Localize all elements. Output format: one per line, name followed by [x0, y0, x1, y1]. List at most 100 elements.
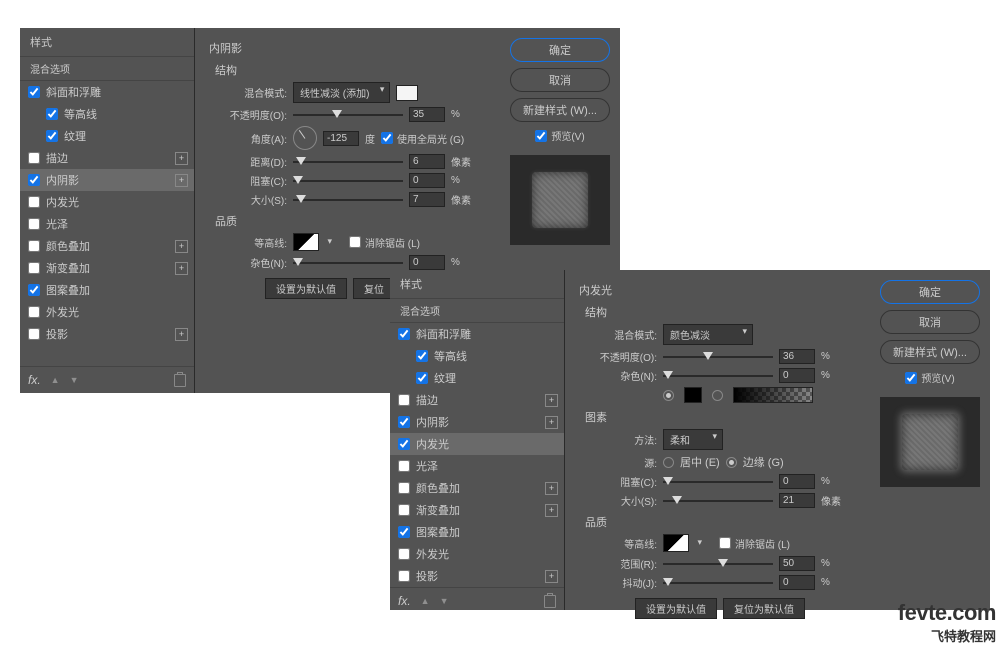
style-item[interactable]: 投影+ — [390, 565, 564, 587]
add-effect-icon[interactable]: + — [175, 262, 188, 275]
style-checkbox[interactable] — [28, 306, 40, 318]
style-item[interactable]: 颜色叠加+ — [20, 235, 194, 257]
distance-slider[interactable] — [293, 156, 403, 168]
new-style-button[interactable]: 新建样式 (W)... — [880, 340, 980, 364]
size-input[interactable] — [409, 192, 445, 207]
opacity-slider[interactable] — [663, 351, 773, 363]
style-checkbox[interactable] — [28, 328, 40, 340]
style-checkbox[interactable] — [398, 504, 410, 516]
angle-dial[interactable] — [293, 126, 317, 150]
style-checkbox[interactable] — [46, 108, 58, 120]
solid-color-radio[interactable] — [663, 390, 674, 401]
reset-default-button[interactable]: 复位为默认值 — [723, 598, 805, 619]
style-checkbox[interactable] — [28, 284, 40, 296]
cancel-button[interactable]: 取消 — [510, 68, 610, 92]
up-arrow-icon[interactable]: ▲ — [51, 375, 60, 385]
distance-input[interactable] — [409, 154, 445, 169]
style-item[interactable]: 等高线 — [20, 103, 194, 125]
style-checkbox[interactable] — [398, 548, 410, 560]
noise-slider[interactable] — [663, 370, 773, 382]
preview-checkbox[interactable]: 预览(V) — [905, 370, 954, 385]
add-effect-icon[interactable]: + — [545, 570, 558, 583]
style-item[interactable]: 光泽 — [20, 213, 194, 235]
style-checkbox[interactable] — [28, 86, 40, 98]
style-checkbox[interactable] — [28, 152, 40, 164]
style-item[interactable]: 渐变叠加+ — [20, 257, 194, 279]
blend-options-header[interactable]: 混合选项 — [20, 57, 194, 81]
style-item[interactable]: 图案叠加 — [390, 521, 564, 543]
cancel-button[interactable]: 取消 — [880, 310, 980, 334]
style-checkbox[interactable] — [28, 240, 40, 252]
blend-mode-select[interactable]: 颜色减淡 — [663, 324, 753, 345]
style-item[interactable]: 纹理 — [390, 367, 564, 389]
style-checkbox[interactable] — [398, 460, 410, 472]
ok-button[interactable]: 确定 — [880, 280, 980, 304]
style-checkbox[interactable] — [398, 394, 410, 406]
down-arrow-icon[interactable]: ▼ — [70, 375, 79, 385]
antialias-checkbox[interactable]: 消除锯齿 (L) — [349, 235, 420, 250]
style-item[interactable]: 描边+ — [20, 147, 194, 169]
make-default-button[interactable]: 设置为默认值 — [635, 598, 717, 619]
style-checkbox[interactable] — [398, 526, 410, 538]
noise-slider[interactable] — [293, 257, 403, 269]
size-slider[interactable] — [293, 194, 403, 206]
noise-input[interactable] — [779, 368, 815, 383]
new-style-button[interactable]: 新建样式 (W)... — [510, 98, 610, 122]
style-checkbox[interactable] — [28, 262, 40, 274]
contour-picker[interactable] — [663, 534, 689, 552]
style-checkbox[interactable] — [398, 482, 410, 494]
fx-label[interactable]: fx. — [28, 373, 41, 387]
style-item[interactable]: 纹理 — [20, 125, 194, 147]
style-item[interactable]: 渐变叠加+ — [390, 499, 564, 521]
contour-picker[interactable] — [293, 233, 319, 251]
shadow-color-swatch[interactable] — [396, 85, 418, 101]
choke-slider[interactable] — [293, 175, 403, 187]
style-checkbox[interactable] — [28, 196, 40, 208]
make-default-button[interactable]: 设置为默认值 — [265, 278, 347, 299]
noise-input[interactable] — [409, 255, 445, 270]
choke-input[interactable] — [409, 173, 445, 188]
add-effect-icon[interactable]: + — [175, 240, 188, 253]
add-effect-icon[interactable]: + — [545, 394, 558, 407]
style-item[interactable]: 内发光 — [20, 191, 194, 213]
style-item[interactable]: 内阴影+ — [390, 411, 564, 433]
choke-slider[interactable] — [663, 476, 773, 488]
style-item[interactable]: 外发光 — [20, 301, 194, 323]
angle-input[interactable] — [323, 131, 359, 146]
trash-icon[interactable] — [174, 374, 186, 387]
gradient-radio[interactable] — [712, 390, 723, 401]
range-input[interactable] — [779, 556, 815, 571]
add-effect-icon[interactable]: + — [175, 174, 188, 187]
opacity-input[interactable] — [409, 107, 445, 122]
ok-button[interactable]: 确定 — [510, 38, 610, 62]
gradient-picker[interactable] — [733, 387, 813, 403]
style-checkbox[interactable] — [398, 570, 410, 582]
choke-input[interactable] — [779, 474, 815, 489]
preview-checkbox[interactable]: 预览(V) — [535, 128, 584, 143]
method-select[interactable]: 柔和 — [663, 429, 723, 450]
style-item[interactable]: 内发光 — [390, 433, 564, 455]
up-arrow-icon[interactable]: ▲ — [421, 596, 430, 606]
opacity-slider[interactable] — [293, 109, 403, 121]
range-slider[interactable] — [663, 558, 773, 570]
style-item[interactable]: 斜面和浮雕 — [390, 323, 564, 345]
style-checkbox[interactable] — [398, 328, 410, 340]
opacity-input[interactable] — [779, 349, 815, 364]
style-checkbox[interactable] — [28, 218, 40, 230]
style-item[interactable]: 等高线 — [390, 345, 564, 367]
style-checkbox[interactable] — [28, 174, 40, 186]
style-item[interactable]: 斜面和浮雕 — [20, 81, 194, 103]
fx-label[interactable]: fx. — [398, 594, 411, 608]
glow-color-swatch[interactable] — [684, 387, 702, 403]
size-slider[interactable] — [663, 495, 773, 507]
trash-icon[interactable] — [544, 595, 556, 608]
add-effect-icon[interactable]: + — [175, 328, 188, 341]
reset-button[interactable]: 复位 — [353, 278, 395, 299]
style-item[interactable]: 外发光 — [390, 543, 564, 565]
add-effect-icon[interactable]: + — [545, 416, 558, 429]
blend-options-header[interactable]: 混合选项 — [390, 299, 564, 323]
style-item[interactable]: 描边+ — [390, 389, 564, 411]
jitter-slider[interactable] — [663, 577, 773, 589]
global-light-checkbox[interactable]: 使用全局光 (G) — [381, 131, 464, 146]
style-checkbox[interactable] — [416, 350, 428, 362]
